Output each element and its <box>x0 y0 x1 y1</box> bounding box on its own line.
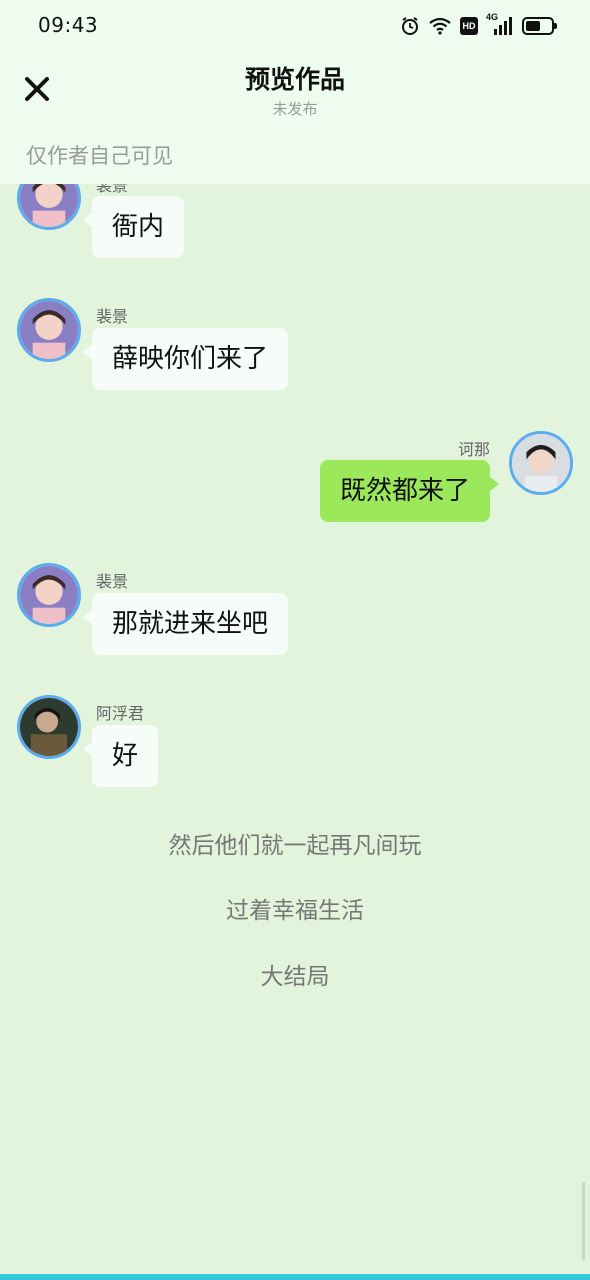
avatar[interactable] <box>17 298 81 362</box>
sender-name: 阿浮君 <box>96 704 145 723</box>
hd-icon: HD <box>460 17 478 35</box>
status-icons: HD 4G <box>400 12 557 38</box>
avatar[interactable] <box>17 563 81 627</box>
signal-4g-icon: 4G <box>486 12 514 37</box>
message-bubble[interactable]: 那就进来坐吧 <box>82 593 289 655</box>
sender-name: 裴景 <box>96 572 129 591</box>
message-bubble[interactable]: 既然都来了 <box>320 460 500 522</box>
alarm-icon <box>400 16 420 36</box>
battery-icon <box>522 17 557 35</box>
status-time: 09:43 <box>38 13 99 37</box>
header: 09:43 HD 4G 预览作品 未发布 仅作者自己可见 <box>0 0 590 184</box>
sender-name: 裴景 <box>96 307 129 326</box>
page-title: 预览作品 <box>244 65 345 94</box>
avatar[interactable] <box>17 695 81 759</box>
narration-line: 然后他们就一起再凡间玩 <box>168 833 422 859</box>
message-bubble[interactable]: 薛映你们来了 <box>82 328 289 390</box>
wifi-icon <box>428 16 452 36</box>
visibility-note: 仅作者自己可见 <box>26 144 173 168</box>
sender-name: 诃那 <box>458 440 491 459</box>
avatar[interactable] <box>509 431 573 495</box>
message-bubble[interactable]: 好 <box>82 725 159 787</box>
message-bubble[interactable]: 衙内 <box>82 196 185 258</box>
chat-area[interactable]: 裴景 衙内 裴景 薛映你们来了 诃那 既然都来了 裴景 那就进来坐吧 阿浮君 好… <box>0 0 590 1280</box>
narration-line: 过着幸福生活 <box>226 898 364 924</box>
scrollbar[interactable] <box>582 1182 585 1260</box>
status-bar: 09:43 HD 4G <box>0 0 590 52</box>
narration-line: 大结局 <box>260 964 330 990</box>
page-subtitle: 未发布 <box>272 100 318 118</box>
